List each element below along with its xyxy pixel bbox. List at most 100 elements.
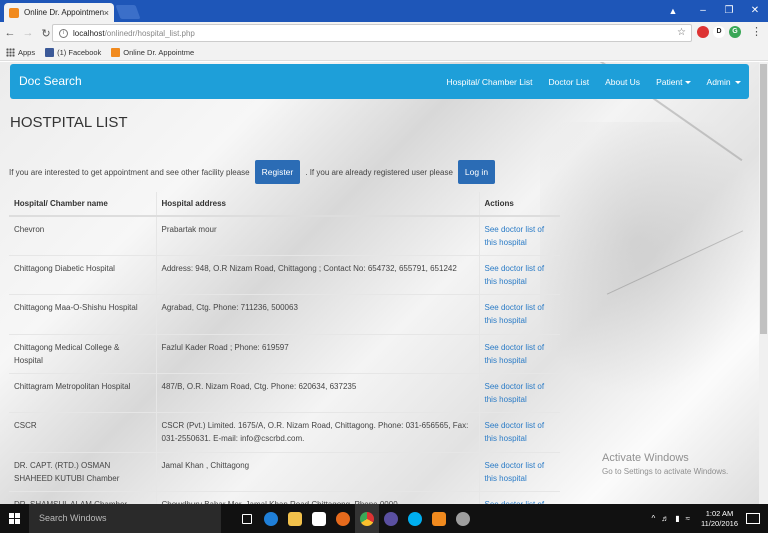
hospital-name: Chevron [9,215,156,256]
column-header: Actions [478,192,560,217]
facebook-icon [45,47,55,57]
nav-hospital-list[interactable]: Hospital/ Chamber List [446,77,532,87]
see-doctor-list-link[interactable]: See doctor list of this hospital [485,382,545,404]
start-button[interactable] [0,504,29,533]
nav-about-us[interactable]: About Us [605,77,640,87]
url-path: /onlinedr/hospital_list.php [104,28,195,38]
app-icon[interactable] [451,504,475,533]
table-row: Chittagong Diabetic Hospital Address: 94… [9,254,560,295]
page-content: Doc Search Hospital/ Chamber List Doctor… [0,62,768,504]
caret-down-icon [735,80,741,84]
page-scrollbar[interactable] [759,62,768,504]
hospital-name: DR. SHAMSUL ALAM Chamber [9,491,156,504]
activate-windows-watermark: Activate Windows Go to Settings to activ… [602,452,728,476]
volume-icon[interactable]: ♬ [661,514,669,523]
table-row: DR. CAPT. (RTD.) OSMAN SHAHEED KUTUBI Ch… [9,451,560,492]
hospital-address: Address: 948, O.R Nizam Road, Chittagong… [155,254,479,295]
hospital-address: Prabartak mour [155,215,479,256]
see-doctor-list-link[interactable]: See doctor list of this hospital [485,461,545,483]
forward-arrow-icon[interactable]: → [20,27,36,39]
minimize-icon[interactable]: – [690,0,716,22]
system-tray: ^ ♬ ▮ ≈ 1:02 AM 11/20/2016 [648,504,768,533]
user-profile-icon[interactable]: ▲ [662,0,684,22]
extension-d-icon[interactable]: D [713,26,725,38]
table-row: Chevron Prabartak mour See doctor list o… [9,215,560,256]
table-row: CSCR CSCR (Pvt.) Limited. 1675/A, O.R. N… [9,412,560,453]
firefox-icon[interactable] [331,504,355,533]
eclipse-icon[interactable] [379,504,403,533]
wifi-icon[interactable]: ≈ [686,514,690,523]
login-button[interactable]: Log in [457,160,496,184]
bookmark-apps[interactable]: Apps [6,47,35,57]
table-header-row: Hospital/ Chamber name Hospital address … [9,192,560,217]
watermark-subtitle: Go to Settings to activate Windows. [602,467,729,476]
hospital-address: Agrabad, Ctg. Phone: 711236, 500063 [155,294,479,335]
site-navbar: Doc Search Hospital/ Chamber List Doctor… [10,64,749,99]
bookmark-label: (1) Facebook [57,47,102,57]
hospital-address: 487/B, O.R. Nizam Road, Ctg. Phone: 6206… [155,373,479,413]
see-doctor-list-link[interactable]: See doctor list of this hospital [485,303,545,325]
battery-icon[interactable]: ▮ [675,514,679,523]
edge-icon[interactable] [259,504,283,533]
chrome-icon[interactable] [355,504,379,533]
taskbar-clock[interactable]: 1:02 AM 11/20/2016 [701,509,738,529]
windows-taskbar: Search Windows ^ ♬ ▮ ≈ 1:02 AM 11/20/201… [0,504,768,533]
chevron-up-icon[interactable]: ^ [651,514,655,523]
nav-admin-dropdown[interactable]: Admin [707,77,741,87]
extension-g-icon[interactable]: G [729,26,741,38]
maximize-icon[interactable]: ❐ [716,0,742,22]
hospital-address: Fazlul Kader Road ; Phone: 619597 [155,333,479,374]
bookmark-facebook[interactable]: (1) Facebook [45,47,102,57]
clock-time: 1:02 AM [705,508,734,518]
register-button[interactable]: Register [254,160,301,184]
info-icon[interactable]: i [59,28,68,38]
task-view-button[interactable] [235,504,259,533]
hospital-name: DR. CAPT. (RTD.) OSMAN SHAHEED KUTUBI Ch… [9,451,156,492]
notice-text: . If you are already registered user ple… [305,167,453,177]
skype-icon[interactable] [403,504,427,533]
column-header: Hospital address [155,192,479,217]
adblock-extension-icon[interactable] [697,26,709,38]
hospital-address: Jamal Khan , Chittagong [155,451,479,492]
browser-tab[interactable]: Online Dr. Appointment × [4,3,114,22]
site-favicon-icon [9,7,19,18]
clock-date: 11/20/2016 [701,518,738,528]
xampp-icon[interactable] [427,504,451,533]
table-row: DR. SHAMSUL ALAM Chamber Chowdhury Bahar… [9,491,560,504]
bookmark-star-icon[interactable]: ☆ [677,27,686,38]
hospital-name: Chittagong Diabetic Hospital [9,254,156,295]
hospital-name: Chittagong Maa-O-Shishu Hospital [9,294,156,335]
browser-titlebar: Online Dr. Appointment × ▲ – ❐ ✕ [0,0,768,22]
url-host: localhost [73,28,105,38]
scrollbar-thumb[interactable] [760,64,767,334]
see-doctor-list-link[interactable]: See doctor list of this hospital [485,421,545,443]
hospital-address: Chowdhury Bahar Mor, Jamal Khan Road Chi… [155,491,479,504]
address-bar[interactable]: i localhost/onlinedr/hospital_list.php ☆ [52,24,692,42]
hospital-name: Chittagram Metropolitan Hospital [9,373,156,413]
nav-doctor-list[interactable]: Doctor List [548,77,589,87]
action-center-icon[interactable] [746,513,760,524]
chrome-menu-icon[interactable]: ⋮ [751,25,762,39]
back-arrow-icon[interactable]: ← [2,27,18,39]
hospital-name: Chittagong Medical College & Hospital [9,333,156,374]
bookmarks-bar: Apps (1) Facebook Online Dr. Appointme [0,44,768,61]
see-doctor-list-link[interactable]: See doctor list of this hospital [485,225,545,247]
page-title: HOSTPITAL LIST [10,114,128,131]
brand-logo[interactable]: Doc Search [19,64,82,99]
see-doctor-list-link[interactable]: See doctor list of this hospital [485,264,545,286]
new-tab-button[interactable] [115,5,141,19]
registration-notice: If you are interested to get appointment… [9,159,554,185]
tab-close-icon[interactable]: × [104,8,109,18]
store-icon[interactable] [307,504,331,533]
taskbar-search[interactable]: Search Windows [29,504,221,533]
bookmark-label: Online Dr. Appointme [123,47,195,57]
close-window-icon[interactable]: ✕ [742,0,768,22]
table-row: Chittagong Maa-O-Shishu Hospital Agrabad… [9,294,560,335]
bookmark-online-dr[interactable]: Online Dr. Appointme [111,47,195,57]
file-explorer-icon[interactable] [283,504,307,533]
watermark-title: Activate Windows [602,452,689,464]
column-header: Hospital/ Chamber name [9,192,156,217]
nav-patient-dropdown[interactable]: Patient [656,76,691,87]
nav-patient-label: Patient [656,76,683,87]
see-doctor-list-link[interactable]: See doctor list of this hospital [485,343,545,365]
